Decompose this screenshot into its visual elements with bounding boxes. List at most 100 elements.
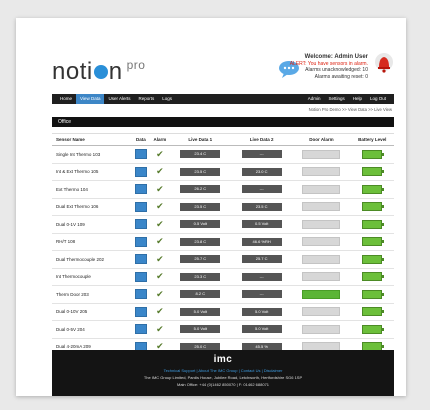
chart-icon[interactable] [134, 166, 147, 177]
door-alarm-indicator [302, 184, 341, 194]
table-row[interactable]: Single Int Thermo 103 ✔ 23.4 C --- [52, 145, 394, 164]
alarm-cell[interactable]: ✔ [150, 320, 170, 339]
live-data-1-cell: 23.5 C [169, 163, 231, 181]
sensor-name[interactable]: Ext Thermo 104 [52, 180, 132, 199]
checkmark-alarm-icon[interactable]: ✔ [156, 166, 164, 176]
logo-o-circle [93, 65, 108, 79]
alarm-cell[interactable]: ✔ [150, 198, 170, 216]
checkmark-alarm-icon[interactable]: ✔ [156, 149, 164, 159]
table-row[interactable]: Ext Thermo 104 ✔ 26.2 C --- [52, 180, 394, 199]
live-data-2-value: 23.0 C [241, 167, 282, 176]
sensor-name[interactable]: Dual Ext Thermo 106 [52, 198, 132, 216]
nav-view-data[interactable]: View Data [76, 94, 105, 104]
alarm-cell[interactable]: ✔ [150, 303, 170, 321]
battery-cell [350, 250, 394, 269]
nav-user-alerts[interactable]: User Alerts [104, 94, 134, 104]
sensor-name[interactable]: RH/T 108 [52, 233, 132, 251]
sensor-name[interactable]: Single Int Thermo 103 [52, 145, 132, 164]
live-data-2-value: 5.0 Volt [241, 325, 282, 334]
door-alarm-indicator [302, 237, 341, 247]
alarm-cell[interactable]: ✔ [150, 233, 170, 251]
checkmark-alarm-icon[interactable]: ✔ [156, 289, 164, 299]
table-row[interactable]: RH/T 108 ✔ 23.8 C 46.6 %RH [52, 233, 394, 251]
table-row[interactable]: Dual Thermocouple 202 ✔ 25.7 C 25.7 C [52, 250, 394, 269]
battery-icon [362, 254, 385, 264]
table-row[interactable]: Dual 0-5V 204 ✔ 5.0 Volt 5.0 Volt [52, 320, 394, 339]
nav-spacer [176, 94, 304, 104]
table-row[interactable]: Dual 0-1V 109 ✔ 0.5 Volt 0.5 Volt [52, 215, 394, 234]
sensor-name[interactable]: Dual 0-10V 205 [52, 303, 132, 321]
chart-icon[interactable] [134, 306, 147, 317]
live-data-1-cell: 0.5 Volt [169, 215, 231, 234]
chart-icon[interactable] [134, 219, 147, 230]
alarm-cell[interactable]: ✔ [150, 268, 170, 286]
door-alarm-indicator [302, 254, 341, 264]
sensor-name[interactable]: Int Thermocouple [52, 268, 132, 286]
checkmark-alarm-icon[interactable]: ✔ [156, 306, 164, 316]
data-cell[interactable] [131, 250, 151, 269]
sensor-name[interactable]: Int & Ext Thermo 105 [52, 163, 132, 181]
data-cell[interactable] [131, 285, 151, 304]
table-row[interactable]: Int & Ext Thermo 105 ✔ 23.5 C 23.0 C [52, 163, 394, 181]
live-data-2-value: 5.0 Volt [241, 307, 282, 316]
chart-icon[interactable] [134, 236, 147, 247]
table-row[interactable]: Int Thermocouple ✔ 23.3 C --- [52, 268, 394, 286]
sensor-name[interactable]: Dual 0-5V 204 [52, 320, 132, 339]
nav-settings[interactable]: Settings [324, 94, 348, 104]
live-data-1-cell: 5.0 Volt [169, 303, 231, 321]
alarm-cell[interactable]: ✔ [150, 163, 170, 181]
logo-text-end: n [108, 58, 123, 85]
alarm-bell-icon[interactable] [374, 52, 394, 74]
section-title: Office [52, 117, 394, 127]
chart-icon[interactable] [134, 201, 147, 212]
live-data-2-value: 25.7 C [241, 255, 282, 264]
data-cell[interactable] [131, 233, 151, 251]
alarm-cell[interactable]: ✔ [150, 215, 170, 234]
checkmark-alarm-icon[interactable]: ✔ [156, 201, 164, 211]
footer-links[interactable]: Technical Support | About The IMC Group … [52, 368, 394, 373]
data-cell[interactable] [131, 180, 151, 199]
data-cell[interactable] [131, 268, 151, 286]
notion-pro-logo[interactable]: noti n pro [52, 58, 145, 86]
chart-icon[interactable] [134, 149, 147, 160]
door-alarm-cell [292, 285, 351, 304]
chart-icon[interactable] [134, 184, 147, 195]
checkmark-alarm-icon[interactable]: ✔ [156, 324, 164, 334]
nav-help[interactable]: Help [349, 94, 366, 104]
chart-icon[interactable] [134, 324, 147, 335]
alarm-cell[interactable]: ✔ [150, 285, 170, 304]
nav-home[interactable]: Home [56, 94, 76, 104]
live-data-1-cell: 23.3 C [169, 268, 231, 286]
alarm-cell[interactable]: ✔ [150, 145, 170, 164]
nav-logs[interactable]: Logs [158, 94, 176, 104]
data-cell[interactable] [131, 320, 151, 339]
nav-logout[interactable]: Log Out [366, 94, 390, 104]
checkmark-alarm-icon[interactable]: ✔ [156, 219, 164, 229]
checkmark-alarm-icon[interactable]: ✔ [156, 254, 164, 264]
sensor-name[interactable]: Therm Door 203 [52, 285, 132, 304]
data-cell[interactable] [131, 303, 151, 321]
data-cell[interactable] [131, 198, 151, 216]
checkmark-alarm-icon[interactable]: ✔ [156, 184, 164, 194]
chart-icon[interactable] [134, 254, 147, 265]
sensor-name[interactable]: Dual 0-1V 109 [52, 215, 132, 234]
table-row[interactable]: Dual 0-10V 205 ✔ 5.0 Volt 5.0 Volt [52, 303, 394, 321]
alarm-cell[interactable]: ✔ [150, 250, 170, 269]
alarm-cell[interactable]: ✔ [150, 180, 170, 199]
data-cell[interactable] [131, 163, 151, 181]
chart-icon[interactable] [134, 289, 147, 300]
welcome-panel: Welcome: Admin User ALERT: You have sens… [238, 54, 368, 80]
nav-admin[interactable]: Admin [304, 94, 325, 104]
sensor-name[interactable]: Dual Thermocouple 202 [52, 250, 132, 269]
live-data-1-value: 0.5 Volt [180, 220, 221, 229]
table-row[interactable]: Dual Ext Thermo 106 ✔ 23.5 C 23.5 C [52, 198, 394, 216]
door-alarm-indicator [302, 272, 341, 282]
data-cell[interactable] [131, 215, 151, 234]
nav-reports[interactable]: Reports [134, 94, 158, 104]
chart-icon[interactable] [134, 271, 147, 282]
checkmark-alarm-icon[interactable]: ✔ [156, 236, 164, 246]
checkmark-alarm-icon[interactable]: ✔ [156, 271, 164, 281]
table-row[interactable]: Therm Door 203 ✔ 8.2 C --- [52, 285, 394, 304]
live-data-2-cell: 25.7 C [230, 250, 293, 269]
data-cell[interactable] [131, 145, 151, 164]
